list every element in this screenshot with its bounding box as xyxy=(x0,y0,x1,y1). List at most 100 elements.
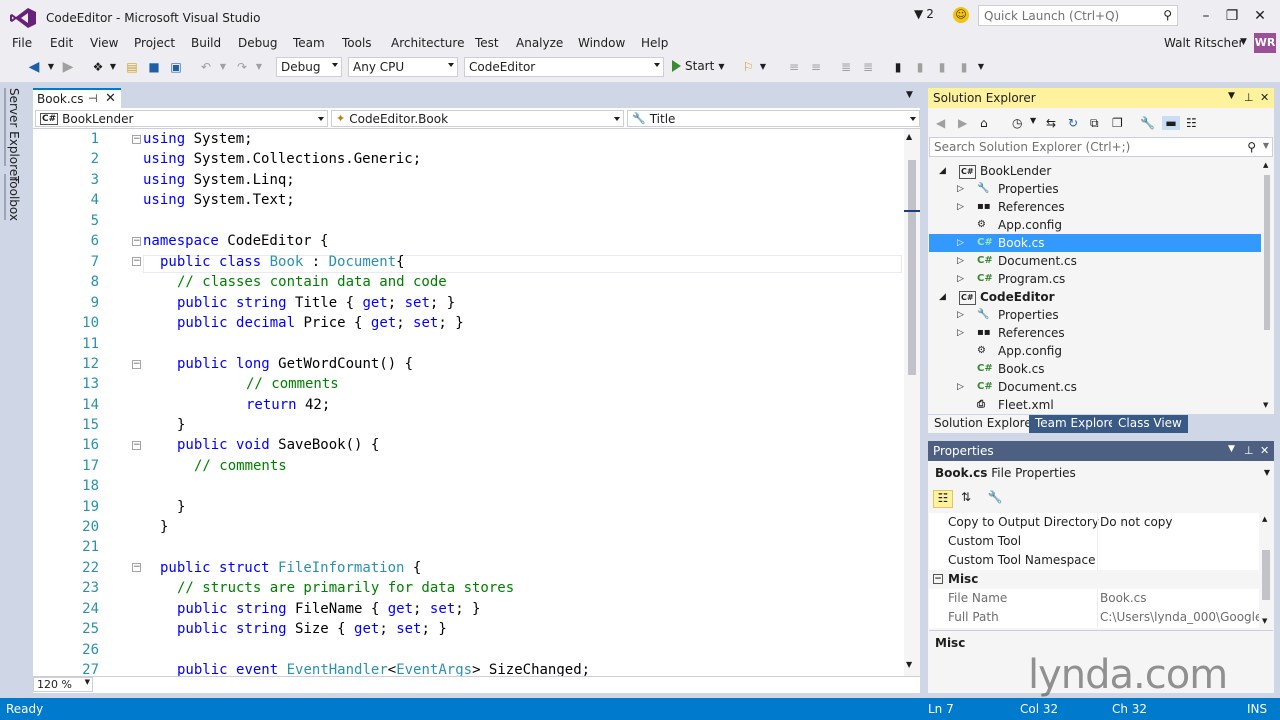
tree-item-properties[interactable]: ▷ 🔧 Properties xyxy=(929,180,1261,198)
minimize-button[interactable]: – xyxy=(1196,7,1216,25)
save-icon[interactable]: ■ xyxy=(146,60,162,74)
open-file-icon[interactable]: ▤ xyxy=(124,60,140,74)
alphabetical-icon[interactable]: ⇅ xyxy=(957,490,975,508)
collapsed-arrow-icon[interactable]: ▷ xyxy=(957,378,964,396)
menu-tools[interactable]: Tools xyxy=(342,36,372,50)
expanded-arrow-icon[interactable]: ◢ xyxy=(939,162,946,180)
menu-edit[interactable]: Edit xyxy=(50,36,73,50)
chevron-down-icon[interactable]: ▼ xyxy=(1263,141,1269,150)
solution-platform-select[interactable]: Any CPU xyxy=(348,57,458,77)
server-explorer-tab[interactable]: Server Explorer xyxy=(7,88,21,181)
close-icon[interactable]: ✕ xyxy=(105,91,116,106)
properties-wrench-icon[interactable]: 🔧 xyxy=(1140,116,1155,130)
notifications-button[interactable]: ▼ 2 xyxy=(914,7,934,21)
toolbar-overflow-icon[interactable]: ▼ xyxy=(976,60,986,74)
scroll-down-icon[interactable]: ▼ xyxy=(906,660,912,669)
collapsed-arrow-icon[interactable]: ▷ xyxy=(957,252,964,270)
property-row[interactable]: Custom Tool Namespace xyxy=(929,551,1259,570)
outdent-icon[interactable]: ≡ xyxy=(808,60,824,74)
zoom-select[interactable]: 120 % ▼ xyxy=(33,677,93,692)
indent-icon[interactable]: ≡ xyxy=(786,60,802,74)
code-editor[interactable]: 1 2 3 4 5 6 7 8 9 10 11 12 13 14 15 16 1… xyxy=(33,129,904,676)
sync-icon[interactable]: ⇆ xyxy=(1046,116,1056,130)
collapse-icon[interactable]: − xyxy=(132,360,141,369)
menu-architecture[interactable]: Architecture xyxy=(391,36,464,50)
scroll-down-icon[interactable]: ▼ xyxy=(1263,401,1268,409)
chevron-down-icon[interactable]: ▼ xyxy=(254,60,264,74)
property-value[interactable]: Do not copy xyxy=(1100,513,1173,532)
property-row[interactable]: Copy to Output Directory Do not copy xyxy=(929,513,1259,532)
collapsed-arrow-icon[interactable]: ▷ xyxy=(957,324,964,342)
menu-file[interactable]: File xyxy=(12,36,32,50)
tree-item-properties[interactable]: ▷ 🔧 Properties xyxy=(929,306,1261,324)
new-project-icon[interactable]: ❖ xyxy=(90,60,106,74)
tree-item-document-cs[interactable]: ▷ C# Document.cs xyxy=(929,378,1261,396)
tree-item-book-cs[interactable]: ▷ C# Book.cs xyxy=(929,234,1261,252)
menu-test[interactable]: Test xyxy=(475,36,499,50)
tree-item-booklender[interactable]: ◢ C# BookLender xyxy=(929,162,1261,180)
menu-analyze[interactable]: Analyze xyxy=(516,36,563,50)
chevron-down-icon[interactable]: ▼ xyxy=(1240,37,1247,47)
undo-icon[interactable]: ↶ xyxy=(198,60,214,74)
scroll-up-icon[interactable]: ▲ xyxy=(1263,161,1268,169)
close-icon[interactable]: ✕ xyxy=(1260,91,1269,104)
tree-item-program-cs[interactable]: ▷ C# Program.cs xyxy=(929,270,1261,288)
refresh-icon[interactable]: ↻ xyxy=(1068,116,1078,130)
project-nav-select[interactable]: C# BookLender xyxy=(35,110,328,127)
document-list-dropdown-icon[interactable]: ▼ xyxy=(906,90,913,100)
scroll-down-icon[interactable]: ▼ xyxy=(1262,617,1267,625)
forward-icon[interactable]: ▶ xyxy=(958,116,967,130)
startup-project-select[interactable]: CodeEditor xyxy=(464,57,664,77)
collapse-icon[interactable]: − xyxy=(132,563,141,572)
properties-object-select[interactable]: Book.cs File Properties ▼ xyxy=(929,463,1273,484)
chevron-down-icon[interactable]: ▼ xyxy=(46,60,56,74)
previous-bookmark-icon[interactable]: ▮ xyxy=(912,60,928,74)
property-row[interactable]: File Name Book.cs xyxy=(929,589,1259,608)
preview-selected-icon[interactable]: ▬ xyxy=(1162,116,1180,130)
tree-item-document-cs[interactable]: ▷ C# Document.cs xyxy=(929,252,1261,270)
collapse-icon[interactable]: − xyxy=(132,135,141,144)
home-icon[interactable]: ⌂ xyxy=(980,116,988,130)
pin-icon[interactable]: ⊥ xyxy=(1244,91,1254,104)
scrollbar-thumb[interactable] xyxy=(908,160,916,375)
chevron-down-icon[interactable]: ▼ xyxy=(758,60,768,74)
quick-launch-input[interactable]: Quick Launch (Ctrl+Q) ⚲ xyxy=(978,5,1178,26)
restore-button[interactable]: ❐ xyxy=(1222,7,1242,25)
tab-class-view[interactable]: Class View xyxy=(1112,415,1188,433)
redo-icon[interactable]: ↷ xyxy=(234,60,250,74)
solution-search-input[interactable]: Search Solution Explorer (Ctrl+;) ⚲ ▼ xyxy=(929,137,1273,157)
chevron-down-icon[interactable]: ▼ xyxy=(218,60,228,74)
tab-solution-explorer[interactable]: Solution Explorer xyxy=(928,415,1043,433)
chevron-down-icon[interactable]: ▼ xyxy=(108,60,118,74)
tree-item-book-cs[interactable]: C# Book.cs xyxy=(929,360,1261,378)
collapsed-arrow-icon[interactable]: ▷ xyxy=(957,270,964,288)
navigate-forward-icon[interactable]: ▶ xyxy=(60,60,76,74)
tree-item-references[interactable]: ▷ ▪▪ References xyxy=(929,198,1261,216)
collapse-icon[interactable]: − xyxy=(132,441,141,450)
scroll-up-icon[interactable]: ▲ xyxy=(906,132,912,141)
class-diagram-icon[interactable]: ☷ xyxy=(1186,116,1197,130)
tree-item-references[interactable]: ▷ ▪▪ References xyxy=(929,324,1261,342)
history-icon[interactable]: ◷ xyxy=(1012,116,1022,130)
chevron-down-icon[interactable]: ▼ xyxy=(1228,444,1235,454)
scrollbar-thumb[interactable] xyxy=(1262,550,1270,600)
bookmark-icon[interactable]: ▮ xyxy=(890,60,906,74)
close-icon[interactable]: ✕ xyxy=(1260,444,1269,457)
property-value[interactable]: C:\Users\lynda_000\Google Dr xyxy=(1100,608,1259,627)
property-pages-wrench-icon[interactable]: 🔧 xyxy=(986,490,1004,508)
menu-build[interactable]: Build xyxy=(191,36,221,50)
menu-help[interactable]: Help xyxy=(641,36,668,50)
collapsed-arrow-icon[interactable]: ▷ xyxy=(957,180,964,198)
find-in-files-icon[interactable]: ⚐ xyxy=(740,60,756,74)
feedback-smiley-icon[interactable]: ☺ xyxy=(953,7,969,23)
collapsed-arrow-icon[interactable]: ▷ xyxy=(957,198,964,216)
start-button[interactable]: Start ▼ xyxy=(672,59,724,73)
collapse-icon[interactable]: − xyxy=(132,237,141,246)
tree-item-app-config[interactable]: ⚙ App.config xyxy=(929,216,1261,234)
navigate-back-icon[interactable]: ◀ xyxy=(26,60,42,74)
chevron-down-icon[interactable]: ▼ xyxy=(1228,91,1235,101)
property-category[interactable]: − Misc xyxy=(929,570,1259,589)
document-tab-book[interactable]: Book.cs ⊣ ✕ xyxy=(33,88,121,108)
collapsed-arrow-icon[interactable]: ▷ xyxy=(957,234,964,252)
avatar[interactable]: WR xyxy=(1254,33,1276,53)
